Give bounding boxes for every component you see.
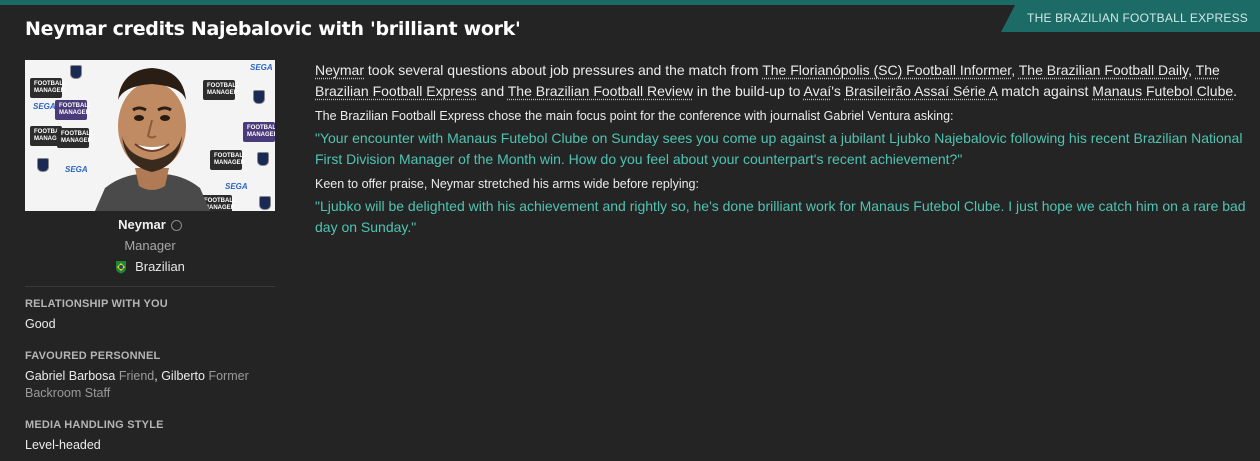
text: match against <box>997 83 1093 99</box>
text: took several questions about job pressur… <box>364 62 763 78</box>
media-link[interactable]: The Brazilian Football Review <box>508 83 693 99</box>
competition-link[interactable]: Brasileirão Assaí Série A <box>845 83 998 99</box>
sidebar: FOOTBALL MANAGER SEGA FOOTBALL MANAGER F… <box>25 60 275 454</box>
person-photo[interactable]: FOOTBALL MANAGER SEGA FOOTBALL MANAGER F… <box>25 60 275 211</box>
club-link[interactable]: Manaus Futebol Clube <box>1092 83 1233 99</box>
sponsor-logo: FOOTBALL MANAGER <box>55 100 92 120</box>
person-link[interactable]: Neymar <box>315 62 364 78</box>
club-crest <box>70 65 82 79</box>
sponsor-logo: FOOTBALL MANAGER <box>57 128 94 148</box>
brazil-flag-icon[interactable] <box>115 260 127 274</box>
club-crest <box>253 90 265 104</box>
club-crest <box>37 158 49 172</box>
relationship-value: Good <box>25 316 56 331</box>
top-accent-bar <box>0 0 1260 5</box>
personnel-name[interactable]: Gilberto <box>161 369 205 383</box>
nationality-label: Brazilian <box>135 259 185 274</box>
favoured-personnel-section: FAVOURED PERSONNEL Gabriel Barbosa Frien… <box>25 350 275 402</box>
source-tag[interactable]: THE BRAZILIAN FOOTBALL EXPRESS <box>1001 5 1260 32</box>
section-title: RELATIONSHIP WITH YOU <box>25 297 168 310</box>
sponsor-logo: SEGA <box>33 102 56 111</box>
person-name[interactable]: Neymar <box>118 217 166 232</box>
media-handling-section: MEDIA HANDLING STYLE Level-headed <box>25 419 275 454</box>
favoured-personnel-list: Gabriel Barbosa Friend, Gilberto Former … <box>25 368 275 402</box>
personnel-name[interactable]: Gabriel Barbosa <box>25 369 115 383</box>
sponsor-logo: SEGA <box>65 165 88 174</box>
sponsor-logo: FOOTBALL MANAGER <box>210 150 247 170</box>
club-link[interactable]: Avaí <box>803 83 831 99</box>
focus-line: The Brazilian Football Express chose the… <box>315 109 954 123</box>
article-body: Neymar took several questions about job … <box>315 60 1250 238</box>
text: in the build-up to <box>692 83 804 99</box>
person-name-row: Neymar <box>25 217 275 232</box>
media-link[interactable]: The Florianópolis (SC) Football Informer <box>762 62 1011 78</box>
person-icon <box>170 220 182 232</box>
intro-paragraph: Neymar took several questions about job … <box>315 60 1250 102</box>
media-handling-value: Level-headed <box>25 437 101 452</box>
club-crest <box>259 196 271 210</box>
club-crest <box>257 152 269 166</box>
sponsor-logo: SEGA <box>225 182 248 191</box>
sponsor-logo: FOOTBALL MANAGER <box>243 122 275 142</box>
media-link[interactable]: The Brazilian Football Daily <box>1019 62 1188 78</box>
sponsor-logo: FOOTBALL MANAGER <box>30 78 67 98</box>
question-quote: "Your encounter with Manaus Futebol Club… <box>315 130 1243 167</box>
page-title: Neymar credits Najebalovic with 'brillia… <box>25 18 521 40</box>
personnel-role: Friend <box>118 368 155 383</box>
text: . <box>1233 83 1238 99</box>
text: , <box>1188 62 1196 78</box>
nationality-row: Brazilian <box>25 259 275 275</box>
portrait-image <box>95 68 210 211</box>
text: , <box>1011 62 1019 78</box>
text: and <box>476 83 508 99</box>
reply-intro: Keen to offer praise, Neymar stretched h… <box>315 177 699 191</box>
sponsor-logo: SEGA <box>250 63 273 72</box>
text: 's <box>831 83 845 99</box>
answer-quote: "Ljubko will be delighted with his achie… <box>315 198 1246 235</box>
divider <box>25 285 275 287</box>
section-title: FAVOURED PERSONNEL <box>25 349 161 362</box>
section-title: MEDIA HANDLING STYLE <box>25 418 164 431</box>
relationship-section: RELATIONSHIP WITH YOU Good <box>25 298 275 333</box>
person-role: Manager <box>124 238 176 253</box>
